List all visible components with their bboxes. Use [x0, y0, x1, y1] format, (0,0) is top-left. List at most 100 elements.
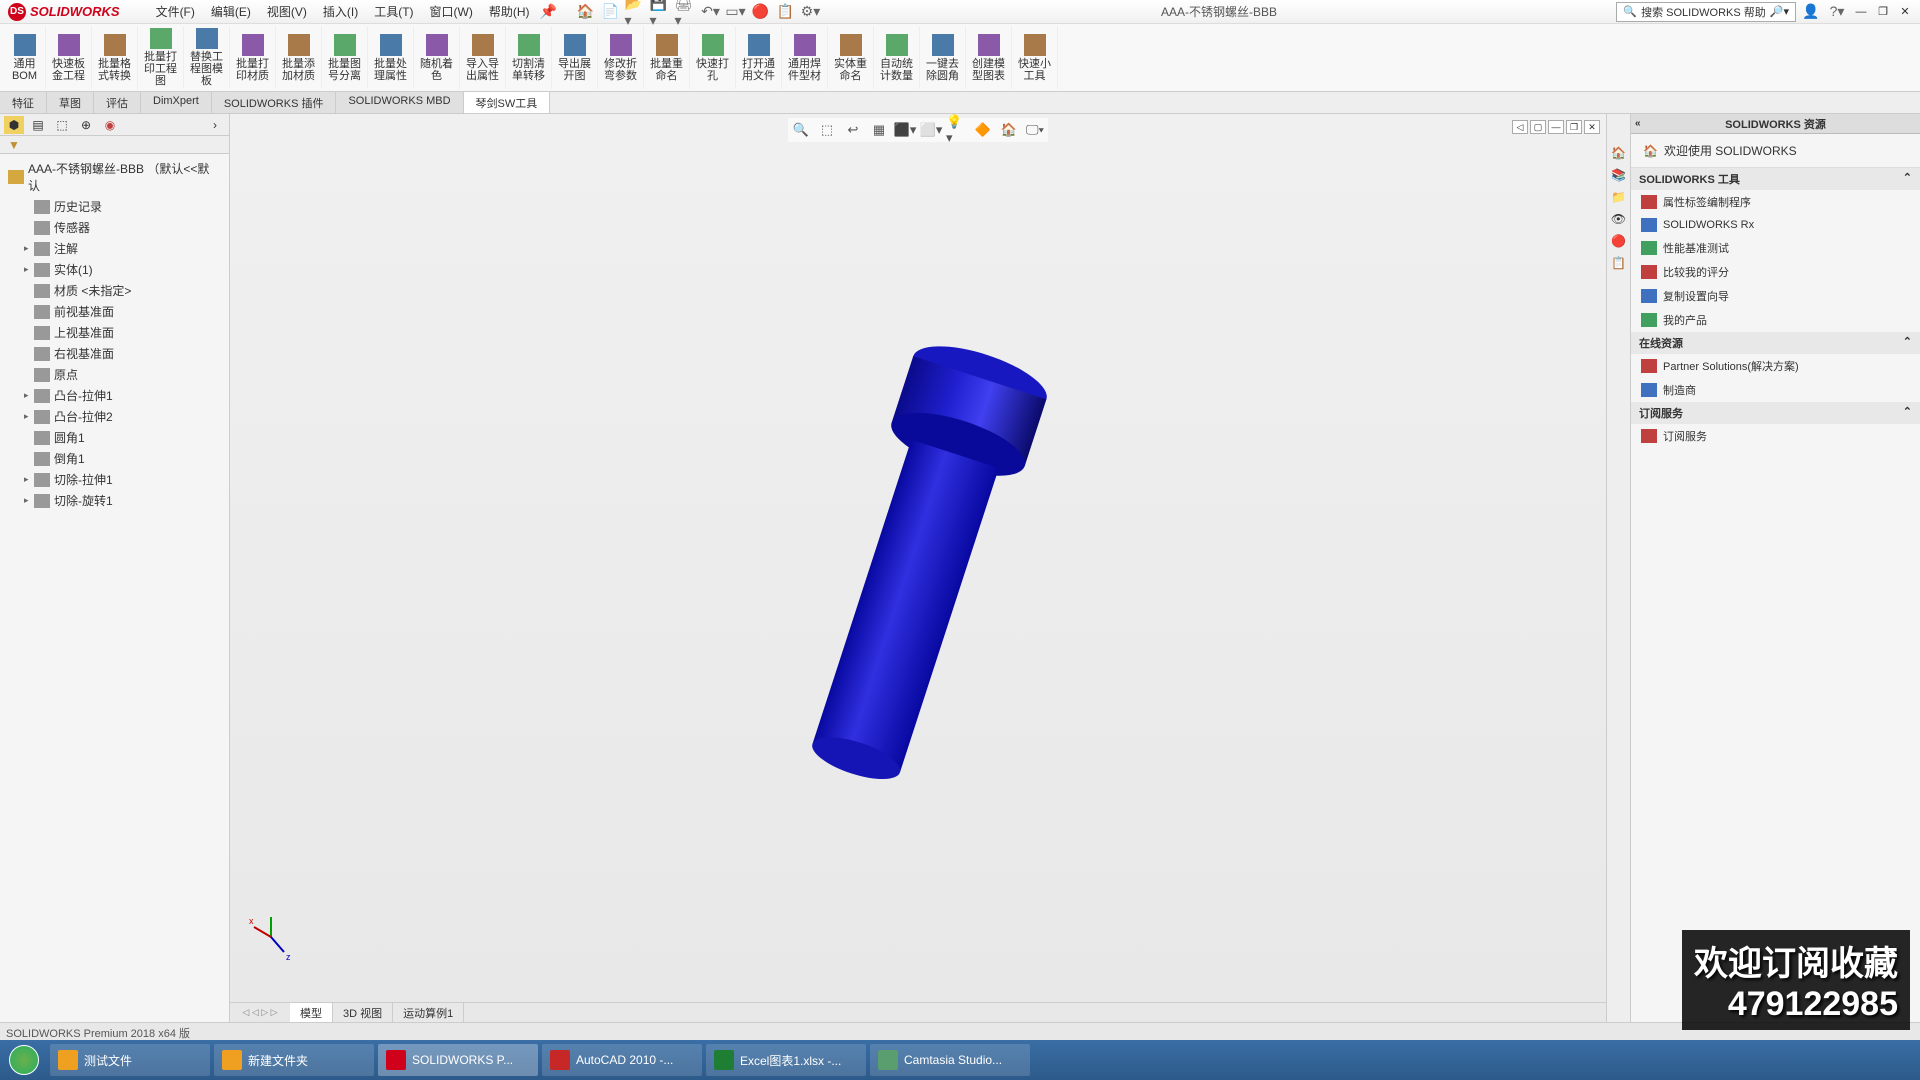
ribbon-button[interactable]: 快速小 工具 — [1012, 26, 1058, 89]
user-icon[interactable]: 👤 — [1800, 3, 1822, 21]
ribbon-button[interactable]: 快速板 金工程 — [46, 26, 92, 89]
expand-icon[interactable]: ▸ — [24, 411, 34, 422]
tree-item[interactable]: ▸注解 — [4, 238, 225, 259]
tree-item[interactable]: ▸切除-拉伸1 — [4, 469, 225, 490]
fm-dim-icon[interactable]: ⊕ — [76, 116, 96, 134]
print-icon[interactable]: 🖨▾ — [675, 3, 697, 21]
menu-item[interactable]: 视图(V) — [259, 0, 315, 23]
pin-icon[interactable]: 📌 — [538, 3, 560, 21]
zoom-area-icon[interactable]: ⬚ — [816, 120, 838, 140]
taskbar-item[interactable]: 新建文件夹 — [214, 1044, 374, 1076]
tree-item[interactable]: 历史记录 — [4, 196, 225, 217]
filter-icon[interactable]: ▼ — [4, 136, 24, 154]
taskbar-item[interactable]: 测试文件 — [50, 1044, 210, 1076]
command-tab[interactable]: SOLIDWORKS 插件 — [212, 92, 337, 113]
select-icon[interactable]: ▭▾ — [725, 3, 747, 21]
tree-item[interactable]: 原点 — [4, 364, 225, 385]
view-settings-icon[interactable]: 🖵▾ — [1024, 120, 1046, 140]
ribbon-button[interactable]: 批量打 印工程 图 — [138, 26, 184, 89]
ribbon-button[interactable]: 替换工 程图模 板 — [184, 26, 230, 89]
resource-item[interactable]: 比较我的评分 — [1631, 260, 1920, 284]
hide-show-icon[interactable]: 💡▾ — [946, 120, 968, 140]
ribbon-button[interactable]: 导入导 出属性 — [460, 26, 506, 89]
vp-min-button[interactable]: ― — [1548, 120, 1564, 134]
tree-item[interactable]: 传感器 — [4, 217, 225, 238]
close-button[interactable]: ✕ — [1896, 4, 1914, 20]
expand-icon[interactable]: ▸ — [24, 264, 34, 275]
minimize-button[interactable]: ― — [1852, 4, 1870, 20]
scene-icon[interactable]: 🏠 — [998, 120, 1020, 140]
menu-item[interactable]: 插入(I) — [315, 0, 366, 23]
menu-item[interactable]: 帮助(H) — [481, 0, 538, 23]
ribbon-button[interactable]: 切割清 单转移 — [506, 26, 552, 89]
tree-item[interactable]: 圆角1 — [4, 427, 225, 448]
ribbon-button[interactable]: 批量重 命名 — [644, 26, 690, 89]
view-tab[interactable]: 3D 视图 — [333, 1003, 393, 1022]
fm-prop-icon[interactable]: ▤ — [28, 116, 48, 134]
tree-item[interactable]: ▸凸台-拉伸1 — [4, 385, 225, 406]
rail-lib-icon[interactable]: 📚 — [1610, 166, 1628, 184]
resource-item[interactable]: 属性标签编制程序 — [1631, 190, 1920, 214]
search-dropdown-icon[interactable]: 🔎▾ — [1770, 5, 1789, 18]
ribbon-button[interactable]: 一键去 除圆角 — [920, 26, 966, 89]
ribbon-button[interactable]: 实体重 命名 — [828, 26, 874, 89]
menu-item[interactable]: 窗口(W) — [422, 0, 481, 23]
settings-icon[interactable]: ⚙▾ — [800, 3, 822, 21]
group-online-header[interactable]: 在线资源⌃ — [1631, 332, 1920, 354]
ribbon-button[interactable]: 批量图 号分离 — [322, 26, 368, 89]
start-button[interactable] — [0, 1042, 48, 1078]
taskbar-item[interactable]: AutoCAD 2010 -... — [542, 1044, 702, 1076]
resource-item[interactable]: 订阅服务 — [1631, 424, 1920, 448]
ribbon-button[interactable]: 创建模 型图表 — [966, 26, 1012, 89]
vp-close-button[interactable]: ✕ — [1584, 120, 1600, 134]
ribbon-button[interactable]: 通用焊 件型材 — [782, 26, 828, 89]
rebuild-icon[interactable]: 🔴 — [750, 3, 772, 21]
tree-item[interactable]: ▸切除-旋转1 — [4, 490, 225, 511]
ribbon-button[interactable]: 随机着 色 — [414, 26, 460, 89]
home-icon[interactable]: 🏠 — [575, 3, 597, 21]
ribbon-button[interactable]: 自动统 计数量 — [874, 26, 920, 89]
tree-item[interactable]: 前视基准面 — [4, 301, 225, 322]
vp-max-button[interactable]: ❐ — [1566, 120, 1582, 134]
rail-view-icon[interactable]: 👁 — [1610, 210, 1628, 228]
fm-tree-icon[interactable]: ⬢ — [4, 116, 24, 134]
tree-item[interactable]: 上视基准面 — [4, 322, 225, 343]
resource-item[interactable]: SOLIDWORKS Rx — [1631, 214, 1920, 236]
expand-icon[interactable]: ▸ — [24, 243, 34, 254]
fm-expand-icon[interactable]: › — [205, 116, 225, 134]
resource-item[interactable]: 制造商 — [1631, 378, 1920, 402]
ribbon-button[interactable]: 打开通 用文件 — [736, 26, 782, 89]
rail-file-icon[interactable]: 📁 — [1610, 188, 1628, 206]
tree-root[interactable]: AAA-不锈钢螺丝-BBB （默认<<默认 — [4, 158, 225, 196]
ribbon-button[interactable]: 通用 BOM — [4, 26, 46, 89]
fm-config-icon[interactable]: ⬚ — [52, 116, 72, 134]
open-icon[interactable]: 📂▾ — [625, 3, 647, 21]
view-tab[interactable]: 运动算例1 — [393, 1003, 464, 1022]
tree-item[interactable]: ▸实体(1) — [4, 259, 225, 280]
new-icon[interactable]: 📄 — [600, 3, 622, 21]
ribbon-button[interactable]: 批量格 式转换 — [92, 26, 138, 89]
menu-item[interactable]: 工具(T) — [366, 0, 421, 23]
undo-icon[interactable]: ↶▾ — [700, 3, 722, 21]
rail-appear-icon[interactable]: 🔴 — [1610, 232, 1628, 250]
tree-item[interactable]: 材质 <未指定> — [4, 280, 225, 301]
help-icon[interactable]: ?▾ — [1826, 3, 1848, 21]
section-icon[interactable]: ▦ — [868, 120, 890, 140]
expand-icon[interactable]: ▸ — [24, 495, 34, 506]
ribbon-button[interactable]: 快速打 孔 — [690, 26, 736, 89]
resource-item[interactable]: 复制设置向导 — [1631, 284, 1920, 308]
ribbon-button[interactable]: 批量处 理属性 — [368, 26, 414, 89]
vp-back-button[interactable]: ◁ — [1512, 120, 1528, 134]
motion-nav-icons[interactable]: ◁ ◁ ▷ ▷ — [230, 1003, 290, 1022]
save-icon[interactable]: 💾▾ — [650, 3, 672, 21]
group-tools-header[interactable]: SOLIDWORKS 工具⌃ — [1631, 168, 1920, 190]
command-tab[interactable]: 特征 — [0, 92, 47, 113]
zoom-fit-icon[interactable]: 🔍 — [790, 120, 812, 140]
taskbar-item[interactable]: Camtasia Studio... — [870, 1044, 1030, 1076]
expand-icon[interactable]: ▸ — [24, 390, 34, 401]
rail-prop-icon[interactable]: 📋 — [1610, 254, 1628, 272]
tree-item[interactable]: 右视基准面 — [4, 343, 225, 364]
fm-display-icon[interactable]: ◉ — [100, 116, 120, 134]
command-tab[interactable]: SOLIDWORKS MBD — [336, 92, 463, 113]
resource-item[interactable]: Partner Solutions(解决方案) — [1631, 354, 1920, 378]
